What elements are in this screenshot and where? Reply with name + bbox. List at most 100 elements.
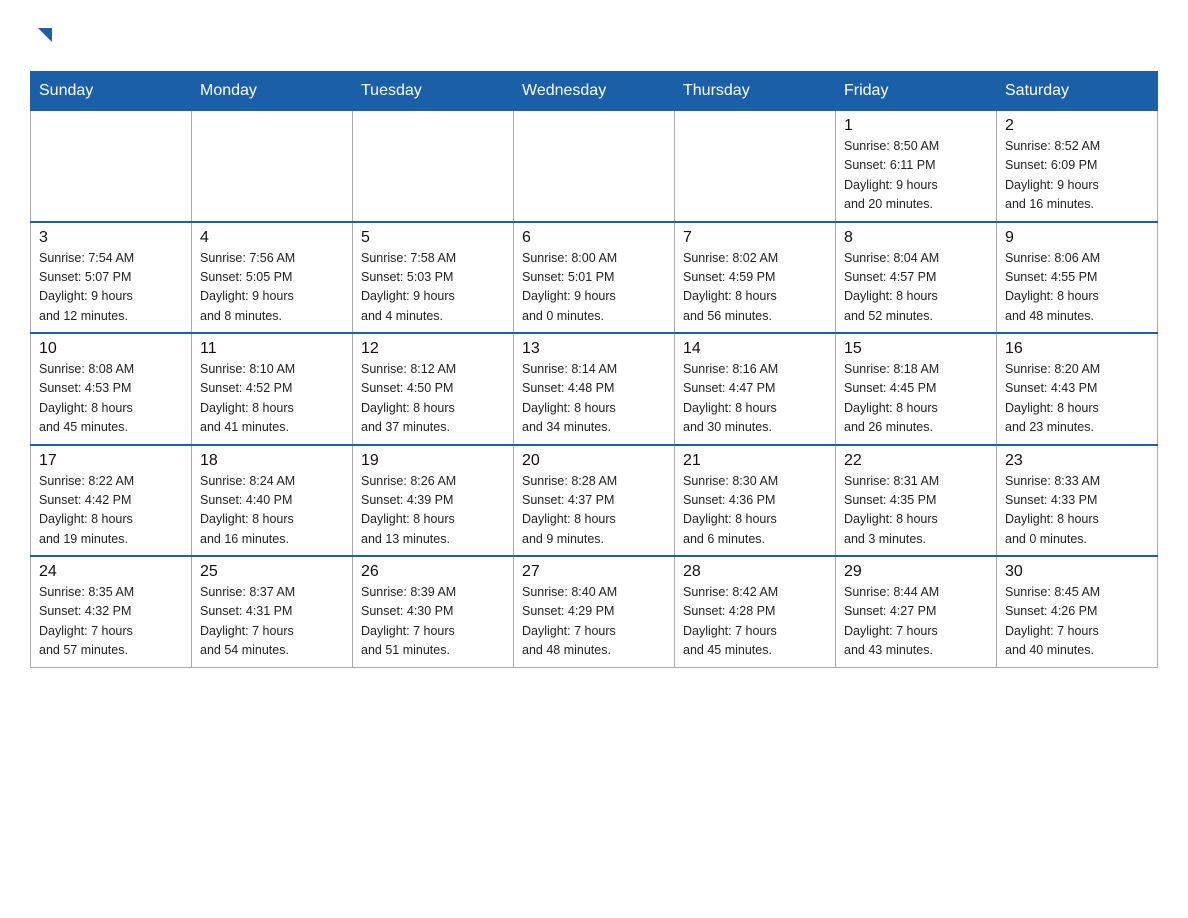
calendar-cell: 21 Sunrise: 8:30 AM Sunset: 4:36 PM Dayli…	[675, 445, 836, 557]
day-info: Sunrise: 8:26 AM Sunset: 4:39 PM Dayligh…	[361, 472, 505, 550]
day-number: 25	[200, 563, 344, 581]
day-info: Sunrise: 8:40 AM Sunset: 4:29 PM Dayligh…	[522, 583, 666, 661]
day-info: Sunrise: 8:16 AM Sunset: 4:47 PM Dayligh…	[683, 360, 827, 438]
calendar-cell: 19 Sunrise: 8:26 AM Sunset: 4:39 PM Dayli…	[353, 445, 514, 557]
calendar-cell: 24 Sunrise: 8:35 AM Sunset: 4:32 PM Dayli…	[31, 556, 192, 667]
day-info: Sunrise: 8:22 AM Sunset: 4:42 PM Dayligh…	[39, 472, 183, 550]
calendar-cell: 8 Sunrise: 8:04 AM Sunset: 4:57 PM Daylig…	[836, 222, 997, 334]
day-info: Sunrise: 8:28 AM Sunset: 4:37 PM Dayligh…	[522, 472, 666, 550]
day-number: 22	[844, 452, 988, 470]
weekday-header-row: SundayMondayTuesdayWednesdayThursdayFrid…	[31, 72, 1158, 111]
header	[30, 20, 1158, 51]
day-info: Sunrise: 8:45 AM Sunset: 4:26 PM Dayligh…	[1005, 583, 1149, 661]
day-info: Sunrise: 8:52 AM Sunset: 6:09 PM Dayligh…	[1005, 137, 1149, 215]
day-info: Sunrise: 8:37 AM Sunset: 4:31 PM Dayligh…	[200, 583, 344, 661]
day-number: 23	[1005, 452, 1149, 470]
calendar-cell: 29 Sunrise: 8:44 AM Sunset: 4:27 PM Dayli…	[836, 556, 997, 667]
day-number: 7	[683, 229, 827, 247]
day-info: Sunrise: 8:02 AM Sunset: 4:59 PM Dayligh…	[683, 249, 827, 327]
calendar-cell: 9 Sunrise: 8:06 AM Sunset: 4:55 PM Daylig…	[997, 222, 1158, 334]
day-number: 3	[39, 229, 183, 247]
calendar-cell: 15 Sunrise: 8:18 AM Sunset: 4:45 PM Dayli…	[836, 333, 997, 445]
calendar-cell: 14 Sunrise: 8:16 AM Sunset: 4:47 PM Dayli…	[675, 333, 836, 445]
day-number: 24	[39, 563, 183, 581]
weekday-header-monday: Monday	[192, 72, 353, 111]
day-number: 21	[683, 452, 827, 470]
day-number: 9	[1005, 229, 1149, 247]
calendar-cell: 28 Sunrise: 8:42 AM Sunset: 4:28 PM Dayli…	[675, 556, 836, 667]
day-number: 13	[522, 340, 666, 358]
calendar-cell: 17Sunrise: 8:22 AM Sunset: 4:42 PM Dayli…	[31, 445, 192, 557]
calendar-cell: 27Sunrise: 8:40 AM Sunset: 4:29 PM Dayli…	[514, 556, 675, 667]
calendar-cell	[192, 111, 353, 222]
day-info: Sunrise: 8:42 AM Sunset: 4:28 PM Dayligh…	[683, 583, 827, 661]
calendar-cell	[514, 111, 675, 222]
calendar-cell: 11 Sunrise: 8:10 AM Sunset: 4:52 PM Dayli…	[192, 333, 353, 445]
calendar-cell: 23 Sunrise: 8:33 AM Sunset: 4:33 PM Dayli…	[997, 445, 1158, 557]
calendar-cell: 22 Sunrise: 8:31 AM Sunset: 4:35 PM Dayli…	[836, 445, 997, 557]
day-number: 30	[1005, 563, 1149, 581]
calendar-cell: 20 Sunrise: 8:28 AM Sunset: 4:37 PM Dayli…	[514, 445, 675, 557]
day-info: Sunrise: 8:08 AM Sunset: 4:53 PM Dayligh…	[39, 360, 183, 438]
week-row-1: 1Sunrise: 8:50 AM Sunset: 6:11 PM Daylig…	[31, 111, 1158, 222]
day-info: Sunrise: 8:04 AM Sunset: 4:57 PM Dayligh…	[844, 249, 988, 327]
day-info: Sunrise: 7:56 AM Sunset: 5:05 PM Dayligh…	[200, 249, 344, 327]
day-info: Sunrise: 8:30 AM Sunset: 4:36 PM Dayligh…	[683, 472, 827, 550]
calendar-cell: 26Sunrise: 8:39 AM Sunset: 4:30 PM Dayli…	[353, 556, 514, 667]
calendar-cell: 13 Sunrise: 8:14 AM Sunset: 4:48 PM Dayli…	[514, 333, 675, 445]
day-number: 15	[844, 340, 988, 358]
day-number: 14	[683, 340, 827, 358]
calendar-cell: 2 Sunrise: 8:52 AM Sunset: 6:09 PM Daylig…	[997, 111, 1158, 222]
logo	[30, 20, 56, 51]
day-number: 6	[522, 229, 666, 247]
day-number: 8	[844, 229, 988, 247]
calendar-cell	[353, 111, 514, 222]
calendar-cell: 3 Sunrise: 7:54 AM Sunset: 5:07 PM Daylig…	[31, 222, 192, 334]
day-info: Sunrise: 7:54 AM Sunset: 5:07 PM Dayligh…	[39, 249, 183, 327]
calendar-cell	[31, 111, 192, 222]
day-number: 2	[1005, 117, 1149, 135]
day-number: 4	[200, 229, 344, 247]
day-info: Sunrise: 7:58 AM Sunset: 5:03 PM Dayligh…	[361, 249, 505, 327]
day-number: 18	[200, 452, 344, 470]
day-info: Sunrise: 8:14 AM Sunset: 4:48 PM Dayligh…	[522, 360, 666, 438]
weekday-header-saturday: Saturday	[997, 72, 1158, 111]
day-number: 10	[39, 340, 183, 358]
weekday-header-friday: Friday	[836, 72, 997, 111]
calendar-cell: 12Sunrise: 8:12 AM Sunset: 4:50 PM Dayli…	[353, 333, 514, 445]
week-row-2: 3 Sunrise: 7:54 AM Sunset: 5:07 PM Daylig…	[31, 222, 1158, 334]
calendar-cell: 25 Sunrise: 8:37 AM Sunset: 4:31 PM Dayli…	[192, 556, 353, 667]
calendar-cell: 1Sunrise: 8:50 AM Sunset: 6:11 PM Daylig…	[836, 111, 997, 222]
day-info: Sunrise: 8:44 AM Sunset: 4:27 PM Dayligh…	[844, 583, 988, 661]
weekday-header-tuesday: Tuesday	[353, 72, 514, 111]
day-info: Sunrise: 8:35 AM Sunset: 4:32 PM Dayligh…	[39, 583, 183, 661]
calendar-cell: 4 Sunrise: 7:56 AM Sunset: 5:05 PM Daylig…	[192, 222, 353, 334]
logo-flag-icon	[34, 24, 56, 51]
weekday-header-thursday: Thursday	[675, 72, 836, 111]
calendar-cell: 7 Sunrise: 8:02 AM Sunset: 4:59 PM Daylig…	[675, 222, 836, 334]
calendar-cell: 18Sunrise: 8:24 AM Sunset: 4:40 PM Dayli…	[192, 445, 353, 557]
calendar-cell: 6Sunrise: 8:00 AM Sunset: 5:01 PM Daylig…	[514, 222, 675, 334]
day-number: 28	[683, 563, 827, 581]
day-number: 19	[361, 452, 505, 470]
day-info: Sunrise: 8:33 AM Sunset: 4:33 PM Dayligh…	[1005, 472, 1149, 550]
day-number: 20	[522, 452, 666, 470]
calendar-cell	[675, 111, 836, 222]
day-number: 29	[844, 563, 988, 581]
day-info: Sunrise: 8:18 AM Sunset: 4:45 PM Dayligh…	[844, 360, 988, 438]
day-info: Sunrise: 8:12 AM Sunset: 4:50 PM Dayligh…	[361, 360, 505, 438]
week-row-3: 10 Sunrise: 8:08 AM Sunset: 4:53 PM Dayli…	[31, 333, 1158, 445]
day-number: 26	[361, 563, 505, 581]
calendar-cell: 5Sunrise: 7:58 AM Sunset: 5:03 PM Daylig…	[353, 222, 514, 334]
week-row-4: 17Sunrise: 8:22 AM Sunset: 4:42 PM Dayli…	[31, 445, 1158, 557]
calendar-cell: 10 Sunrise: 8:08 AM Sunset: 4:53 PM Dayli…	[31, 333, 192, 445]
day-info: Sunrise: 8:20 AM Sunset: 4:43 PM Dayligh…	[1005, 360, 1149, 438]
day-info: Sunrise: 8:10 AM Sunset: 4:52 PM Dayligh…	[200, 360, 344, 438]
day-number: 11	[200, 340, 344, 358]
day-info: Sunrise: 8:31 AM Sunset: 4:35 PM Dayligh…	[844, 472, 988, 550]
calendar-cell: 16 Sunrise: 8:20 AM Sunset: 4:43 PM Dayli…	[997, 333, 1158, 445]
day-info: Sunrise: 8:06 AM Sunset: 4:55 PM Dayligh…	[1005, 249, 1149, 327]
day-number: 16	[1005, 340, 1149, 358]
week-row-5: 24 Sunrise: 8:35 AM Sunset: 4:32 PM Dayli…	[31, 556, 1158, 667]
calendar-cell: 30 Sunrise: 8:45 AM Sunset: 4:26 PM Dayli…	[997, 556, 1158, 667]
